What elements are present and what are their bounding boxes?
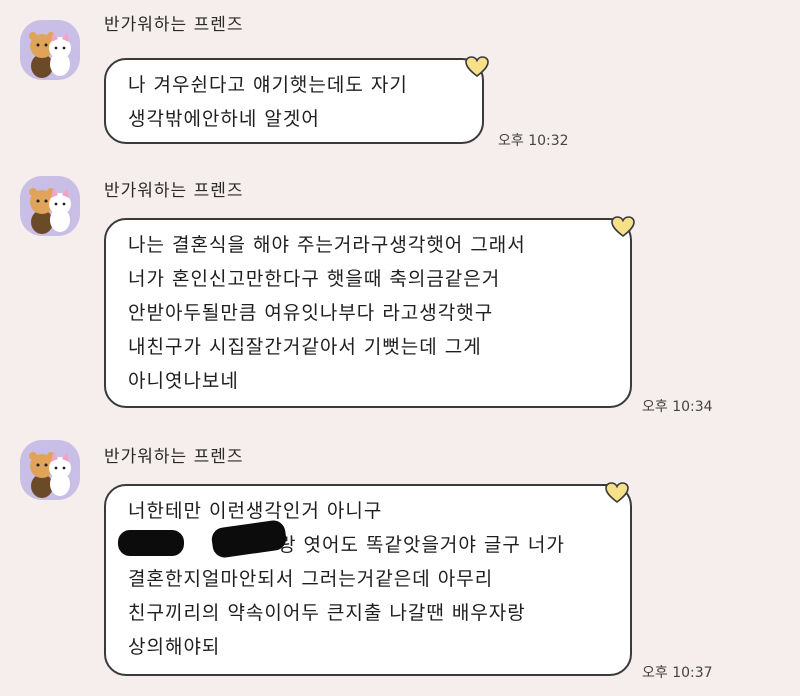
message-line: 내친구가 시집잘간거같아서 기뻣는데 그게 xyxy=(128,336,482,358)
message-line: 아니엿나보네 xyxy=(128,370,239,392)
timestamp: 오후 10:32 xyxy=(498,133,569,149)
heart-icon xyxy=(465,56,489,78)
message-line: 생각밖에안하네 알겟어 xyxy=(128,108,320,130)
heart-icon xyxy=(611,216,635,238)
sender-name: 반가워하는 프렌즈 xyxy=(104,15,244,35)
heart-icon xyxy=(605,482,629,504)
message-line: 너한테만 이런생각인거 아니구 xyxy=(128,500,383,522)
message-line: 친구끼리의 약속이어두 큰지출 나갈땐 배우자랑 xyxy=(128,602,526,624)
message-line: 상의해야되 xyxy=(128,636,221,658)
timestamp: 오후 10:37 xyxy=(642,665,713,681)
message-line-text: 랑 엿어도 똑같앗을거야 글구 너가 xyxy=(278,534,565,556)
message-line: 안받아두될만큼 여유잇나부다 라고생각햇구 xyxy=(128,302,494,324)
message-line: 나 겨우쉰다고 얘기햇는데도 자기 xyxy=(128,74,408,96)
message-line: 나는 결혼식을 해야 주는거라구생각햇어 그래서 xyxy=(128,234,526,256)
message-bubble[interactable]: 나 겨우쉰다고 얘기햇는데도 자기 생각밖에안하네 알겟어 xyxy=(104,58,484,144)
message-line: 결혼한지얼마안되서 그러는거같은데 아무리 xyxy=(128,568,494,590)
friends-avatar-icon[interactable] xyxy=(20,176,80,236)
sender-name: 반가워하는 프렌즈 xyxy=(104,181,244,201)
message-bubble[interactable]: 너한테만 이런생각인거 아니구 랑 엿어도 똑같앗을거야 글구 너가 결혼한지얼… xyxy=(104,484,632,676)
friends-avatar-icon[interactable] xyxy=(20,440,80,500)
redacted-name xyxy=(118,530,184,556)
sender-name: 반가워하는 프렌즈 xyxy=(104,447,244,467)
message-line: 랑 엿어도 똑같앗을거야 글구 너가 xyxy=(128,528,608,562)
friends-avatar-icon[interactable] xyxy=(20,20,80,80)
message-line: 너가 혼인신고만한다구 햇을때 축의금같은거 xyxy=(128,268,501,290)
message-bubble[interactable]: 나는 결혼식을 해야 주는거라구생각햇어 그래서 너가 혼인신고만한다구 햇을때… xyxy=(104,218,632,408)
timestamp: 오후 10:34 xyxy=(642,399,713,415)
